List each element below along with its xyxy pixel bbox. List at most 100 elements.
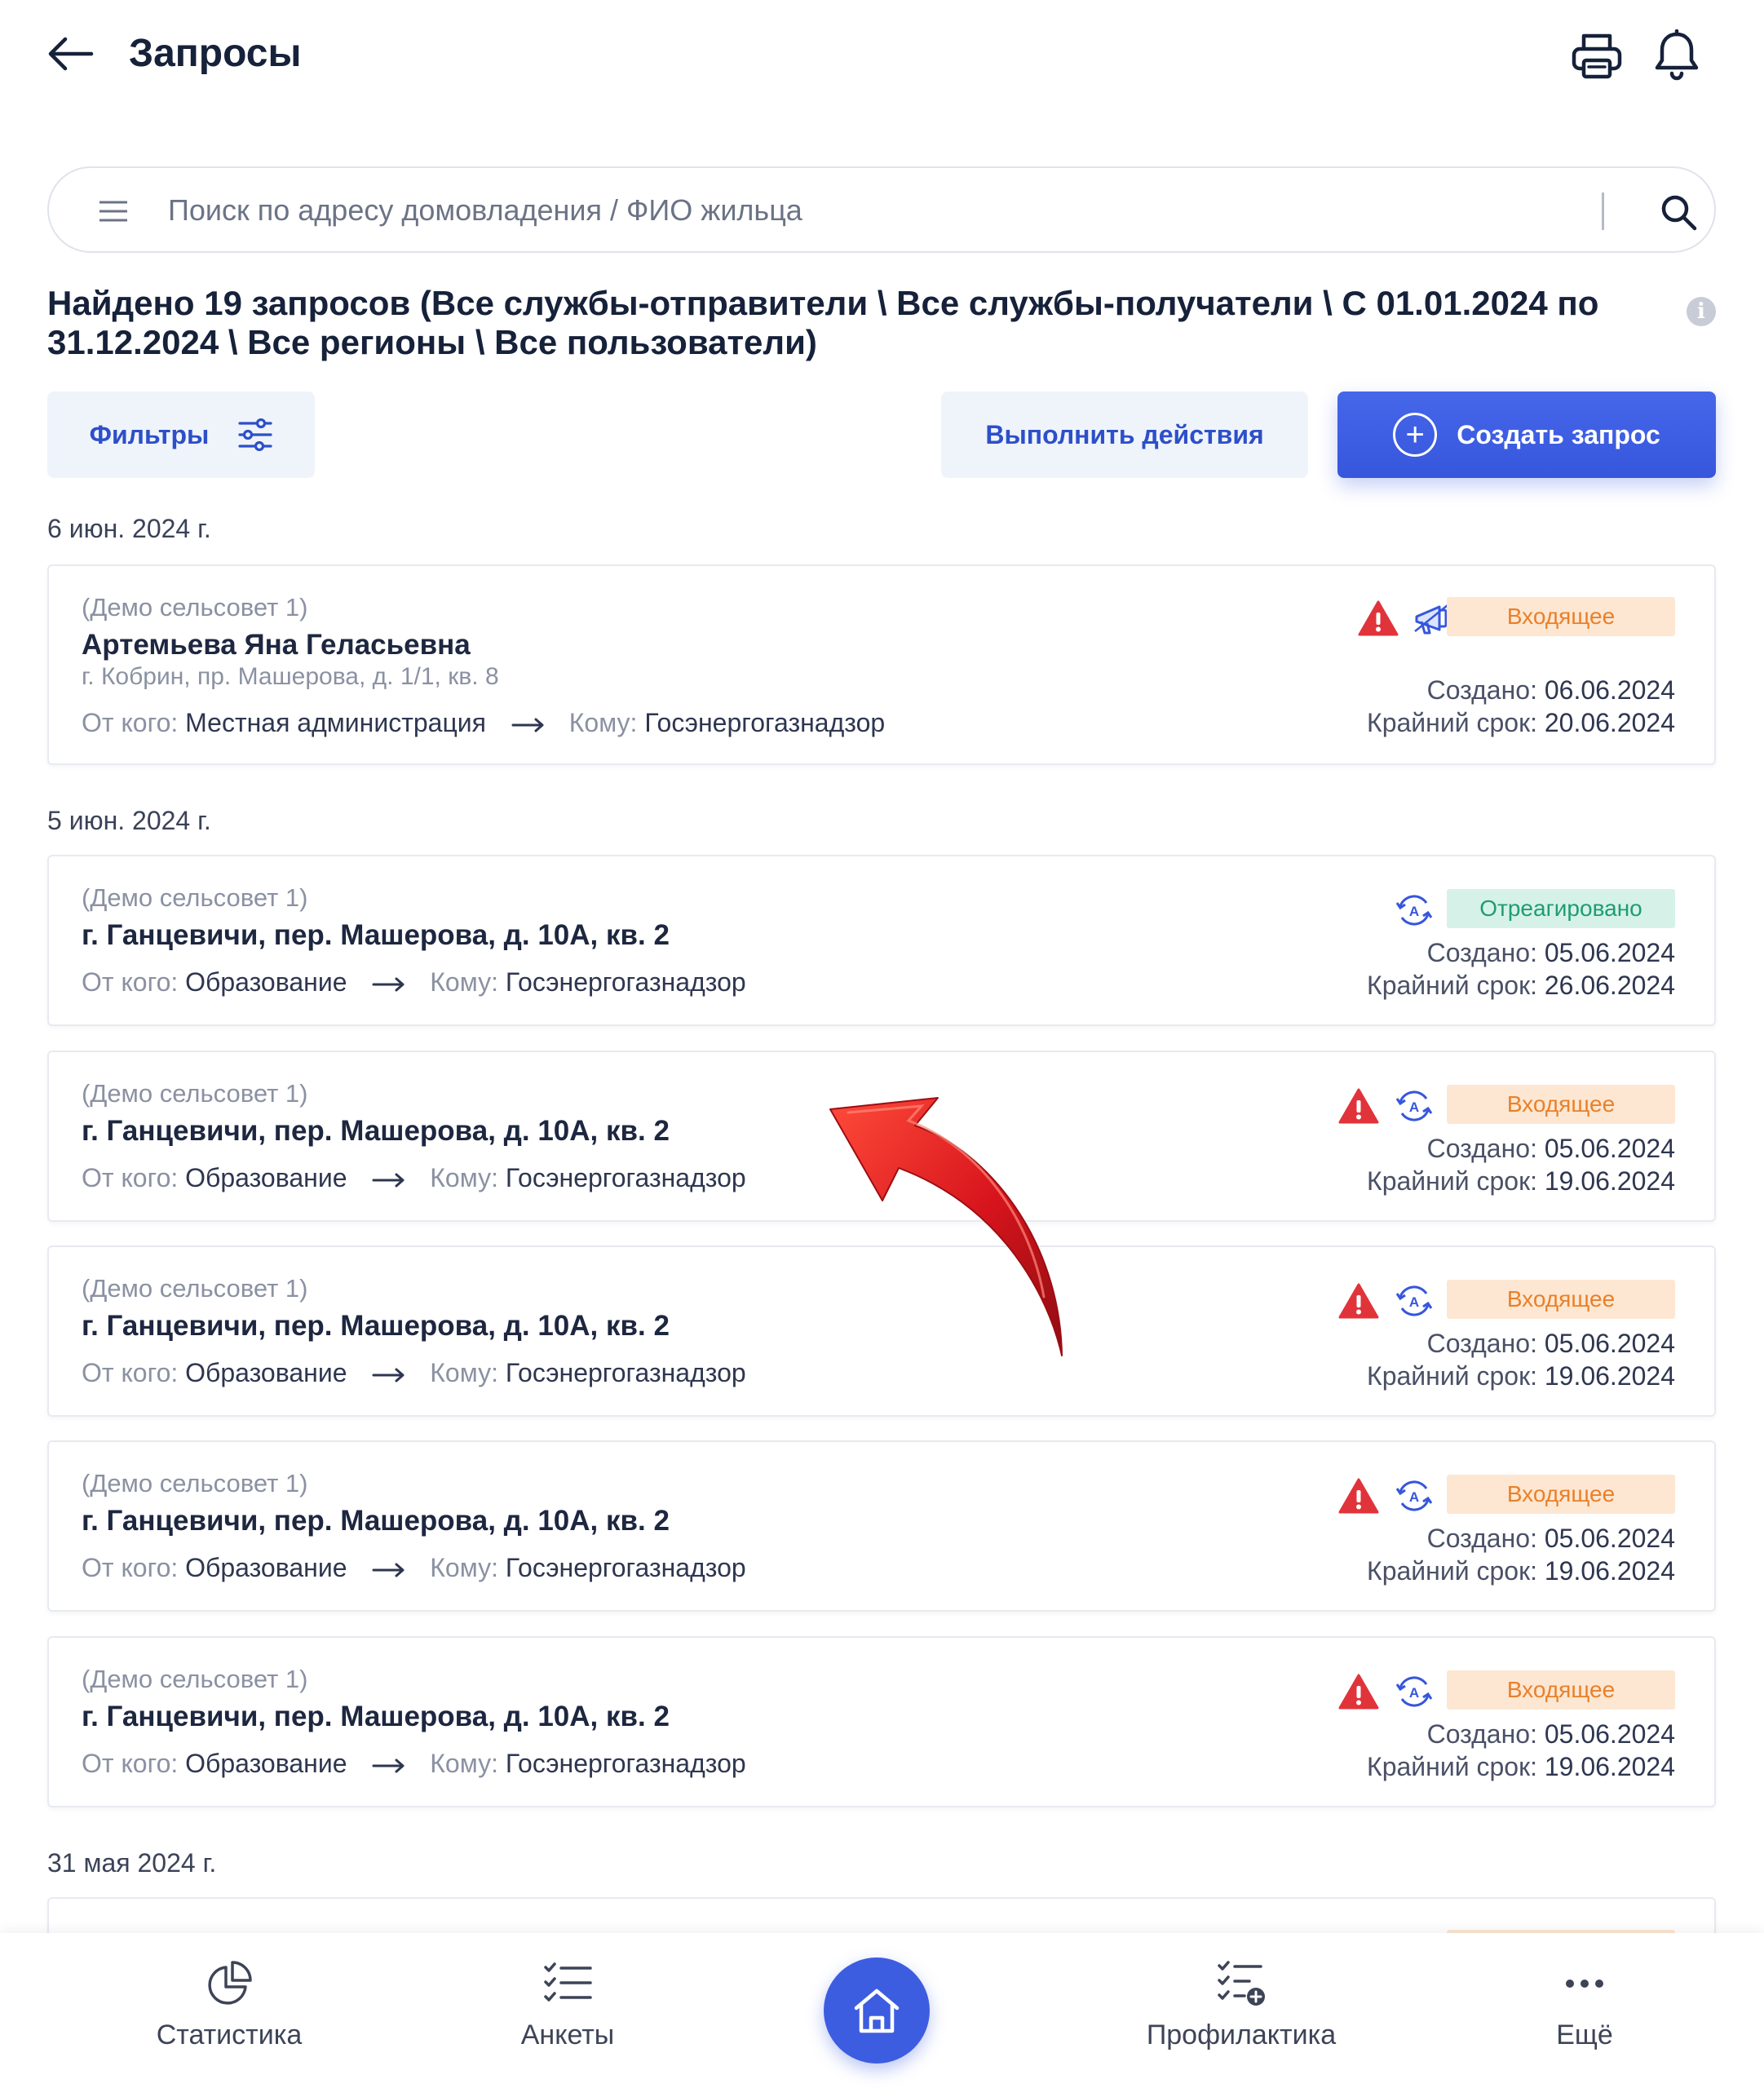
- created-date: Создано: 05.06.2024: [1427, 1327, 1675, 1360]
- nav-statistics[interactable]: Статистика: [107, 1958, 351, 2072]
- created-label: Создано:: [1426, 938, 1537, 967]
- create-request-label: Создать запрос: [1457, 419, 1660, 449]
- sliders-icon: [238, 418, 272, 451]
- created-date: Создано: 05.06.2024: [1427, 1522, 1675, 1555]
- request-card[interactable]: (Демо сельсовет 1) г. Ганцевичи, пер. Ма…: [47, 1440, 1716, 1612]
- search-button[interactable]: [1654, 188, 1703, 237]
- card-organization: (Демо сельсовет 1): [82, 1469, 308, 1497]
- deadline-label: Крайний срок:: [1367, 708, 1537, 737]
- arrow-right-icon: [372, 977, 405, 992]
- svg-text:A: A: [1409, 1685, 1419, 1701]
- nav-prevention[interactable]: Профилактика: [1119, 1958, 1364, 2072]
- request-card[interactable]: (Демо сельсовет 1) г. Ганцевичи, пер. Ма…: [47, 1245, 1716, 1417]
- from-value: Образование: [185, 1358, 347, 1387]
- nav-prevention-label: Профилактика: [1146, 2019, 1337, 2050]
- page-title: Запросы: [129, 32, 302, 75]
- plus-circle-icon: +: [1393, 413, 1438, 457]
- warning-icon: [1336, 1280, 1382, 1322]
- request-card[interactable]: (Демо сельсовет 1) г. Ганцевичи, пер. Ма…: [47, 855, 1716, 1026]
- date-header: 5 июн. 2024 г.: [47, 806, 211, 835]
- card-route: От кого: Образование Кому: Госэнергогазн…: [82, 1551, 746, 1584]
- to-label: Кому:: [430, 1163, 498, 1192]
- card-route: От кого: Образование Кому: Госэнергогазн…: [82, 1356, 746, 1389]
- created-label: Создано:: [1426, 1134, 1537, 1163]
- top-bar: Запросы: [0, 0, 1764, 114]
- card-address-title: г. Ганцевичи, пер. Машерова, д. 10А, кв.…: [82, 1701, 670, 1732]
- checklist-add-icon: [1215, 1958, 1267, 2010]
- to-label: Кому:: [430, 1358, 498, 1387]
- created-value: 05.06.2024: [1544, 1524, 1675, 1553]
- arrow-right-icon: [372, 1368, 405, 1382]
- info-icon[interactable]: i: [1687, 297, 1716, 326]
- back-button[interactable]: [39, 28, 101, 80]
- created-value: 06.06.2024: [1544, 675, 1675, 705]
- card-address-title: г. Ганцевичи, пер. Машерова, д. 10А, кв.…: [82, 919, 670, 951]
- status-badge: Входящее: [1447, 597, 1675, 636]
- created-date: Создано: 05.06.2024: [1427, 936, 1675, 969]
- nav-more-label: Ещё: [1556, 2019, 1613, 2050]
- to-value: Госэнергогазнадзор: [505, 1163, 746, 1192]
- search-bar: [47, 166, 1716, 253]
- request-card[interactable]: (Демо сельсовет 1) г. Ганцевичи, пер. Ма…: [47, 1051, 1716, 1222]
- to-value: Госэнергогазнадзор: [505, 1749, 746, 1778]
- to-label: Кому:: [430, 1749, 498, 1778]
- warning-icon: [1336, 1475, 1382, 1517]
- create-request-button[interactable]: + Создать запрос: [1337, 392, 1716, 478]
- created-label: Создано:: [1426, 1719, 1537, 1749]
- warning-icon: [1336, 1085, 1382, 1127]
- to-value: Госэнергогазнадзор: [505, 1553, 746, 1582]
- card-resident-name: Артемьева Яна Геласьевна: [82, 629, 471, 661]
- deadline-date: Крайний срок: 26.06.2024: [1367, 969, 1675, 1002]
- search-icon: [1661, 195, 1697, 231]
- from-value: Местная администрация: [185, 708, 486, 737]
- deadline-date: Крайний срок: 19.06.2024: [1367, 1360, 1675, 1392]
- deadline-date: Крайний срок: 19.06.2024: [1367, 1555, 1675, 1587]
- menu-icon[interactable]: [93, 191, 134, 232]
- deadline-value: 20.06.2024: [1544, 708, 1675, 737]
- card-route: От кого: Образование Кому: Госэнергогазн…: [82, 966, 746, 998]
- created-date: Создано: 05.06.2024: [1427, 1132, 1675, 1165]
- from-value: Образование: [185, 1553, 347, 1582]
- print-button[interactable]: [1566, 24, 1628, 86]
- filters-label: Фильтры: [89, 419, 210, 449]
- to-value: Госэнергогазнадзор: [644, 708, 886, 737]
- created-value: 05.06.2024: [1544, 1134, 1675, 1163]
- nav-questionnaires-label: Анкеты: [520, 2019, 615, 2050]
- arrow-right-icon: [511, 718, 544, 732]
- card-organization: (Демо сельсовет 1): [82, 593, 308, 622]
- filters-button[interactable]: Фильтры: [47, 392, 315, 478]
- status-badge: Отреагировано: [1447, 889, 1675, 928]
- arrow-right-icon: [372, 1563, 405, 1577]
- arrow-left-icon: [48, 37, 94, 71]
- bell-icon: [1655, 29, 1699, 81]
- notifications-button[interactable]: [1646, 24, 1708, 86]
- svg-text:A: A: [1409, 1294, 1419, 1310]
- created-date: Создано: 05.06.2024: [1427, 1718, 1675, 1750]
- status-badge: Входящее: [1447, 1085, 1675, 1124]
- arrow-right-icon: [372, 1758, 405, 1773]
- search-divider: [1602, 192, 1604, 230]
- request-card[interactable]: (Демо сельсовет 1) Артемьева Яна Геласье…: [47, 564, 1716, 765]
- search-input[interactable]: [168, 184, 1636, 237]
- perform-actions-button[interactable]: Выполнить действия: [941, 392, 1308, 478]
- deadline-value: 19.06.2024: [1544, 1752, 1675, 1781]
- nav-more[interactable]: Ещё: [1462, 1958, 1707, 2072]
- card-address: г. Кобрин, пр. Машерова, д. 1/1, кв. 8: [82, 663, 499, 690]
- nav-questionnaires[interactable]: Анкеты: [445, 1958, 690, 2072]
- request-card[interactable]: (Демо сельсовет 1) г. Ганцевичи, пер. Ма…: [47, 1636, 1716, 1807]
- card-organization: (Демо сельсовет 1): [82, 1274, 308, 1303]
- from-value: Образование: [185, 1749, 347, 1778]
- deadline-date: Крайний срок: 19.06.2024: [1367, 1750, 1675, 1783]
- card-organization: (Демо сельсовет 1): [82, 1665, 308, 1693]
- nav-home-button[interactable]: [824, 1958, 930, 2064]
- card-address-title: г. Ганцевичи, пер. Машерова, д. 10А, кв.…: [82, 1310, 670, 1342]
- svg-text:A: A: [1409, 904, 1419, 919]
- deadline-label: Крайний срок:: [1367, 1752, 1537, 1781]
- card-organization: (Демо сельсовет 1): [82, 1079, 308, 1108]
- from-value: Образование: [185, 967, 347, 997]
- deadline-value: 19.06.2024: [1544, 1556, 1675, 1586]
- more-dots-icon: [1558, 1958, 1611, 2010]
- auto-sync-icon: A: [1391, 889, 1437, 931]
- card-address-title: г. Ганцевичи, пер. Машерова, д. 10А, кв.…: [82, 1115, 670, 1147]
- auto-sync-icon: A: [1391, 1085, 1437, 1127]
